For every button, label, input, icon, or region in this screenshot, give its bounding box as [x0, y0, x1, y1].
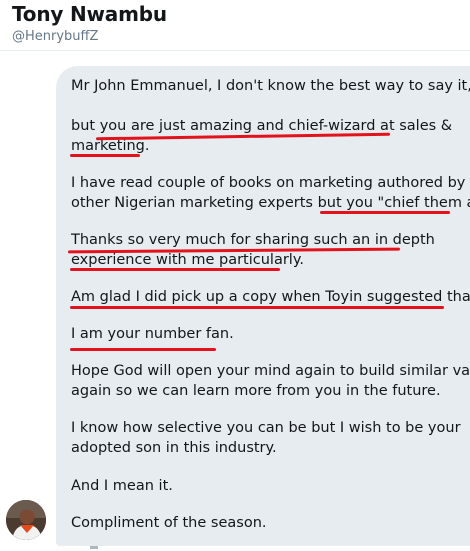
red-underline — [320, 211, 450, 214]
display-name[interactable]: Tony Nwambu — [12, 2, 167, 26]
message-line: I am your number fan. — [71, 326, 234, 342]
header-divider — [0, 50, 470, 51]
message-line: Hope God will open your mind again to bu… — [71, 363, 470, 379]
message-line: Compliment of the season. — [71, 515, 267, 531]
dm-conversation: Tony Nwambu @HenrybuffZ Mr John Emmanuel… — [0, 0, 470, 551]
message-meta-partial — [90, 546, 98, 549]
message-line: Am glad I did pick up a copy when Toyin … — [71, 289, 470, 305]
red-underline — [70, 306, 444, 309]
conversation-header: Tony Nwambu @HenrybuffZ — [0, 0, 470, 52]
red-underline — [70, 154, 140, 157]
message-line: Mr John Emmanuel, I don't know the best … — [71, 78, 470, 94]
message-line: adopted son in this industry. — [71, 440, 277, 456]
avatar[interactable] — [6, 500, 46, 540]
message-line: And I mean it. — [71, 478, 173, 494]
message-line: I have read couple of books on marketing… — [71, 175, 466, 191]
user-avatar-photo-icon — [6, 500, 46, 540]
red-underline — [70, 348, 216, 351]
message-line: I know how selective you can be but I wi… — [71, 420, 461, 436]
message-line: but you are just amazing and chief-wizar… — [71, 118, 453, 134]
message-line: again so we can learn more from you in t… — [71, 383, 441, 399]
message-line: other Nigerian marketing experts but you… — [71, 195, 470, 211]
user-handle[interactable]: @HenrybuffZ — [12, 29, 98, 44]
red-underline — [70, 268, 280, 271]
